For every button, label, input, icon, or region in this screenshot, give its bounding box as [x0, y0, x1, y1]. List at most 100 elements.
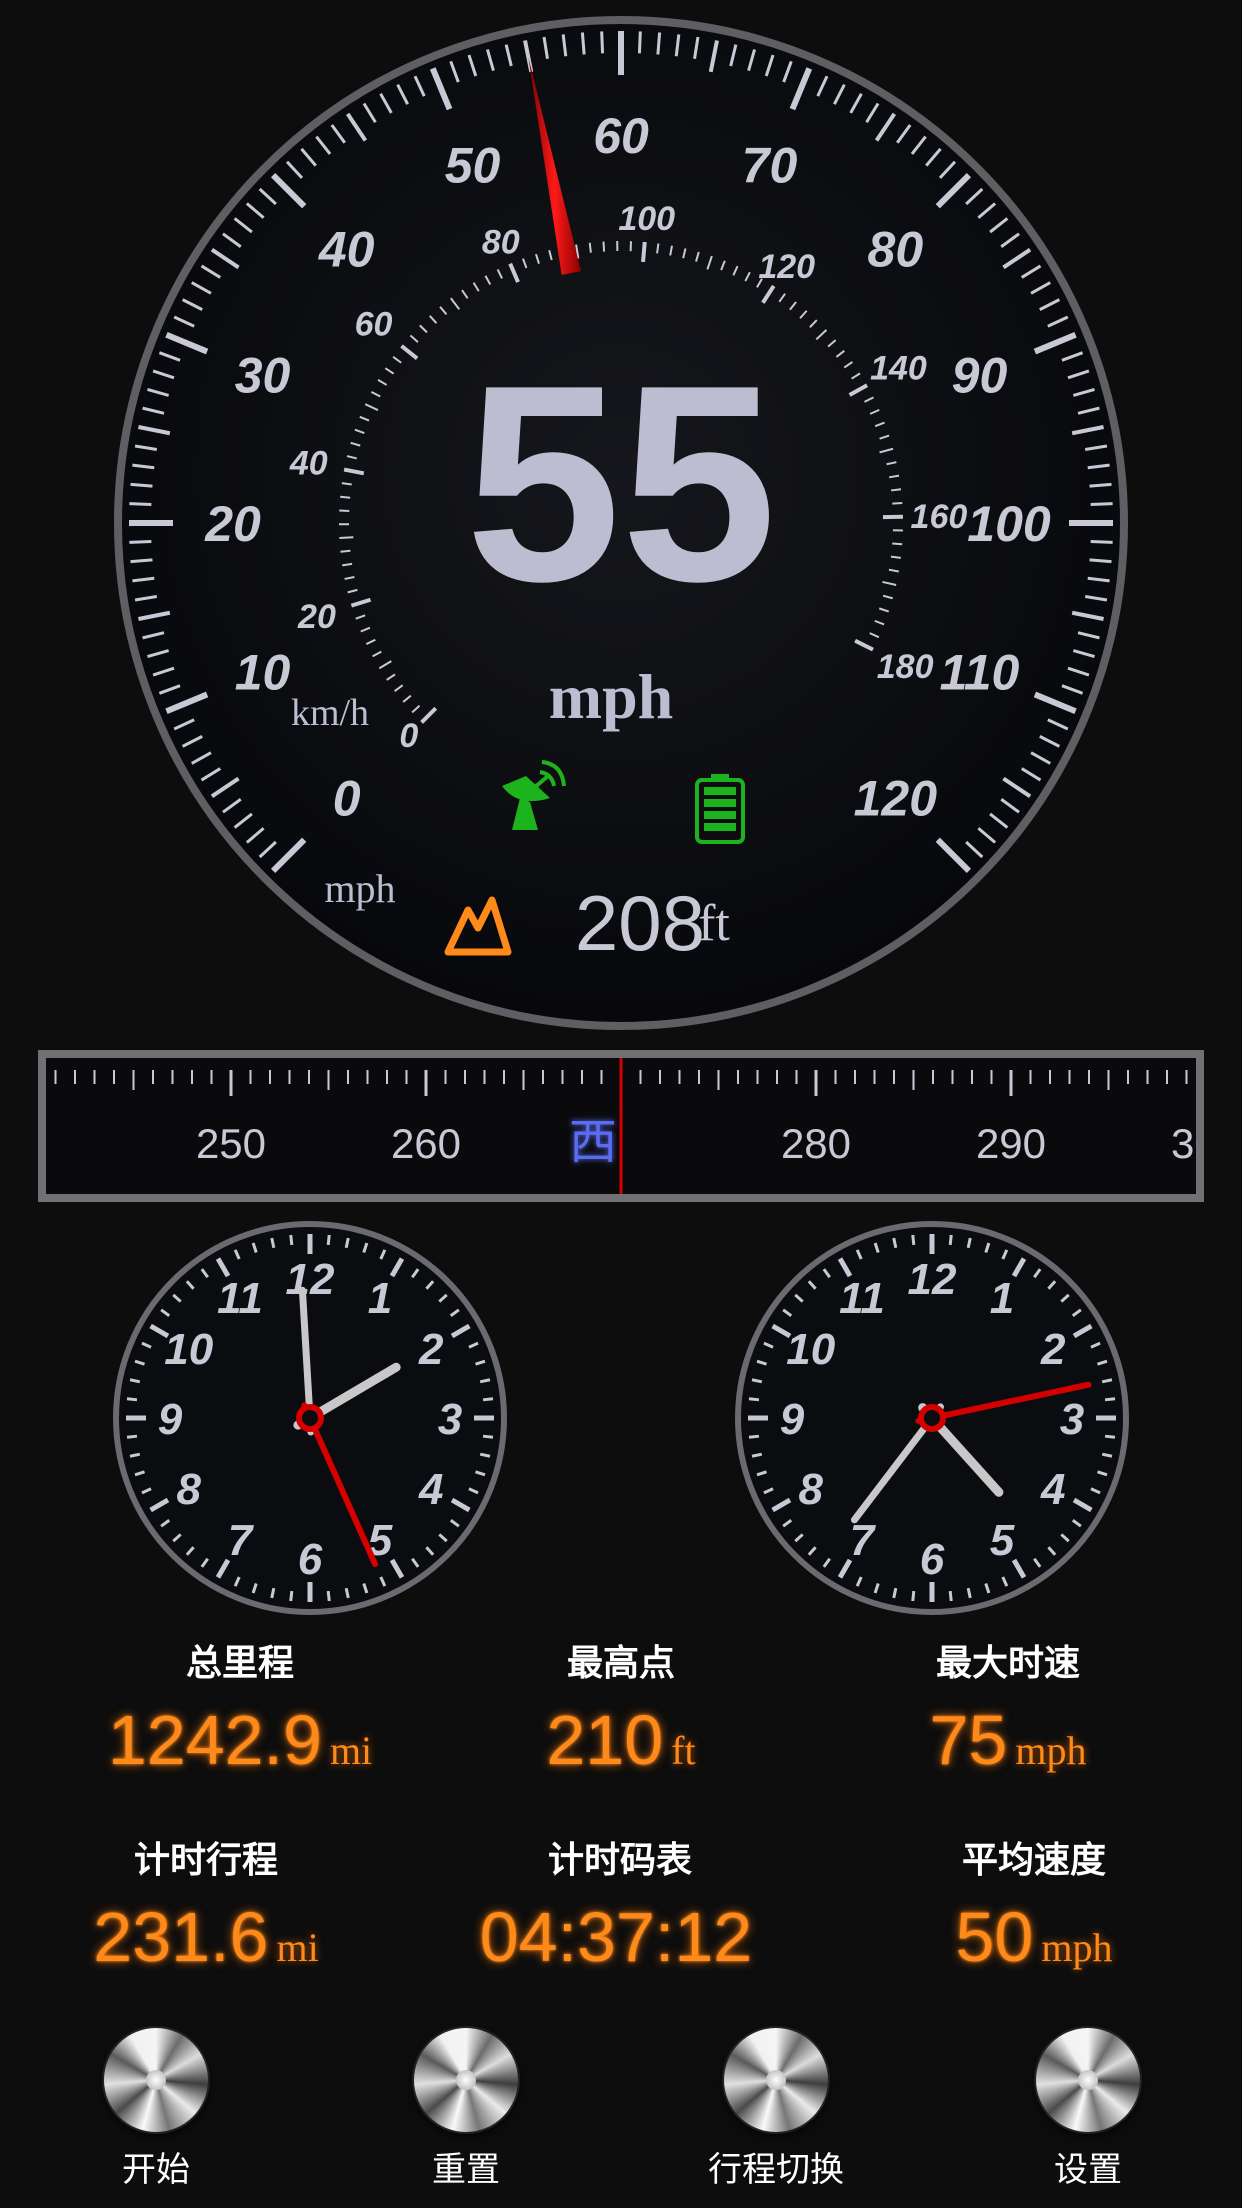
clock-tick: [289, 1590, 294, 1602]
stat-unit: mi: [329, 1728, 373, 1773]
inner-scale-label: 80: [482, 224, 520, 262]
clock-tick: [129, 1378, 141, 1384]
inner-scale-label: 120: [758, 248, 815, 286]
clock-numeral: 9: [780, 1395, 805, 1444]
settings-button[interactable]: [1036, 2028, 1140, 2132]
clock-numeral: 5: [990, 1516, 1015, 1565]
inner-tick: [892, 542, 903, 546]
compass-label: 290: [976, 1120, 1046, 1167]
clock-tick: [1104, 1434, 1116, 1439]
clock-tick: [270, 1587, 276, 1599]
inner-scale-label: 100: [618, 200, 675, 238]
stat-trip-distance: 计时行程 231.6 mi: [6, 1837, 406, 1979]
clock-tick: [892, 1587, 898, 1599]
stat-label: 计时码表: [547, 1840, 692, 1881]
clock-tick: [948, 1234, 953, 1246]
altitude-value: 208: [575, 879, 705, 967]
clock-numeral: 1: [368, 1274, 392, 1323]
inner-tick: [892, 501, 903, 505]
inner-scale-label: 40: [289, 445, 328, 483]
stat-value: 50: [955, 1898, 1034, 1976]
clock-tick: [911, 1590, 916, 1602]
clock-tick: [966, 1587, 972, 1599]
outer-tick: [1089, 482, 1112, 488]
clock-tick: [1104, 1397, 1116, 1402]
stat-value: 210: [546, 1701, 664, 1779]
trip-switch-button[interactable]: [724, 2028, 828, 2132]
outer-scale-label: 80: [868, 222, 924, 278]
inner-tick: [340, 495, 351, 499]
compass-label: 280: [781, 1120, 851, 1167]
clock-tick: [966, 1237, 972, 1249]
clock-numeral: 4: [1040, 1465, 1065, 1514]
clock-numeral: 2: [1040, 1325, 1066, 1374]
inner-tick: [890, 488, 902, 492]
stat-label: 总里程: [185, 1643, 294, 1684]
outer-tick: [656, 32, 662, 55]
compass-label: 250: [196, 1120, 266, 1167]
clock-numeral: 1: [990, 1274, 1014, 1323]
altitude-unit: ft: [698, 895, 730, 952]
inner-scale-label: 160: [911, 498, 968, 536]
inner-scale-label: 0: [399, 717, 418, 755]
outer-tick: [130, 482, 153, 488]
inner-unit-label: km/h: [291, 692, 369, 734]
clock-tick: [344, 1237, 350, 1249]
stat-label: 最大时速: [935, 1643, 1080, 1684]
inner-scale-label: 140: [870, 350, 927, 388]
clock-tick: [479, 1452, 491, 1458]
outer-scale-label: 0: [333, 770, 361, 826]
outer-scale-label: 70: [742, 138, 798, 194]
clock-numeral: 6: [920, 1535, 945, 1584]
stat-unit: mph: [1015, 1728, 1087, 1773]
outer-tick: [129, 539, 152, 544]
inner-scale-label: 60: [355, 305, 393, 343]
clock-numeral: 2: [418, 1325, 444, 1374]
reset-button[interactable]: [414, 2028, 518, 2132]
stat-max-speed: 最大时速 75 mph: [808, 1640, 1208, 1782]
speedometer-gauge: 0102030405060708090100110120 02040608010…: [114, 16, 1128, 1030]
clock-tick: [948, 1590, 953, 1602]
clock-tick: [1101, 1452, 1113, 1458]
outer-tick: [600, 31, 605, 54]
outer-scale-label: 120: [854, 770, 938, 826]
outer-tick: [129, 502, 152, 507]
outer-unit-label: mph: [324, 866, 395, 911]
clock-center-pin: [918, 1404, 946, 1432]
clock-tick: [1101, 1378, 1113, 1384]
trip-switch-button-label: 行程切换: [708, 2150, 844, 2190]
clock-numeral: 11: [839, 1274, 885, 1323]
inner-tick: [341, 482, 352, 486]
compass-label: 260: [391, 1120, 461, 1167]
speed-unit: mph: [549, 661, 674, 732]
inner-tick: [656, 243, 660, 254]
outer-scale-label: 10: [235, 644, 291, 700]
clock-tick: [482, 1397, 494, 1402]
clock-tick: [289, 1234, 294, 1246]
inner-scale-label: 20: [297, 598, 336, 636]
clock-tick: [751, 1378, 763, 1384]
settings-button-label: 设置: [1054, 2150, 1122, 2190]
clock-numeral: 3: [438, 1395, 462, 1444]
inner-tick: [588, 242, 592, 253]
clock-tick: [748, 1397, 760, 1402]
outer-tick: [1090, 502, 1113, 507]
clock-tick: [126, 1397, 138, 1402]
stat-label: 平均速度: [961, 1840, 1106, 1881]
stat-average-speed: 平均速度 50 mph: [834, 1837, 1234, 1979]
clock-tick: [751, 1452, 763, 1458]
stat-unit: mph: [1041, 1925, 1113, 1970]
outer-scale-label: 90: [952, 348, 1008, 404]
reset-button-label: 重置: [432, 2150, 500, 2190]
stat-value: 1242.9: [107, 1701, 322, 1779]
clock-tick: [270, 1237, 276, 1249]
clock-tick: [344, 1587, 350, 1599]
outer-tick: [130, 558, 153, 564]
outer-tick: [580, 32, 586, 55]
clock-right: 12 12 3 45678 9 1011: [735, 1221, 1129, 1615]
clock-tick: [482, 1434, 494, 1439]
start-button[interactable]: [104, 2028, 208, 2132]
clock-tick: [479, 1378, 491, 1384]
outer-scale-label: 100: [967, 496, 1051, 552]
clock-numeral: 10: [786, 1325, 835, 1374]
